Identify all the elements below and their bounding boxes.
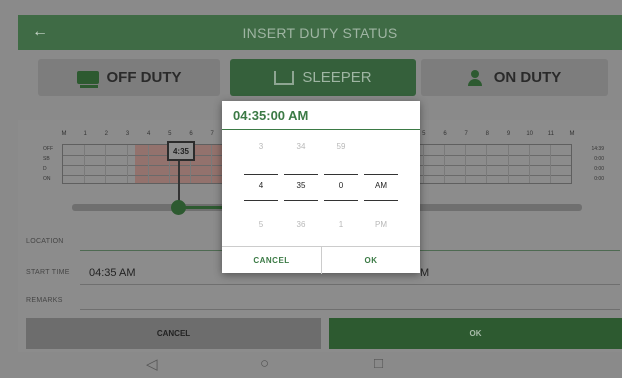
off-duty-button[interactable]: OFF DUTY (38, 59, 220, 96)
hour-rule-bottom (244, 200, 278, 201)
app-bar: ← INSERT DUTY STATUS (18, 15, 622, 50)
sleeper-label: SLEEPER (302, 69, 372, 86)
grid-hour-line (84, 145, 86, 183)
truck-icon (76, 71, 99, 88)
duty-row-total: 14:39 (591, 146, 604, 152)
ok-button[interactable]: OK (329, 318, 622, 349)
duty-row-label: SB (43, 156, 50, 162)
time-slider-handle[interactable] (171, 200, 186, 215)
hour-rule-top (244, 174, 278, 175)
grid-hour-line (549, 145, 551, 183)
end-time-value[interactable]: M (420, 267, 429, 279)
grid-hour-line (147, 145, 149, 183)
remarks-label: REMARKS (26, 297, 63, 304)
duty-row-label: D (43, 166, 47, 172)
ampm-column[interactable]: AM PM (364, 131, 398, 239)
grid-hour-line (126, 145, 128, 183)
hour-tick-label: 10 (526, 131, 533, 137)
hour-tick-label: 6 (189, 131, 193, 137)
duty-row-total: 0:00 (594, 156, 604, 162)
hour-next[interactable]: 5 (244, 209, 278, 239)
ampm-rule-top (364, 174, 398, 175)
dialog-actions: CANCEL OK (222, 246, 420, 274)
second-rule-top (324, 174, 358, 175)
hour-tick-label: M (61, 131, 67, 137)
nav-recent-icon[interactable]: □ (374, 355, 383, 372)
grid-hour-line (507, 145, 509, 183)
duty-row-total: 0:00 (594, 176, 604, 182)
bed-icon (274, 70, 295, 85)
hour-tick-label: 7 (464, 131, 468, 137)
system-nav-bar: ◁ ○ □ (18, 352, 622, 378)
hour-tick-label: 6 (443, 131, 447, 137)
sleeper-button[interactable]: SLEEPER (230, 59, 416, 96)
grid-hour-line (105, 145, 107, 183)
minute-prev[interactable]: 34 (284, 131, 318, 161)
ampm-rule-bottom (364, 200, 398, 201)
off-duty-label: OFF DUTY (106, 69, 182, 86)
grid-hour-line (211, 145, 213, 183)
ampm-next[interactable]: PM (364, 209, 398, 239)
minute-next[interactable]: 36 (284, 209, 318, 239)
hour-tick-label: 2 (104, 131, 108, 137)
start-time-label: START TIME (26, 269, 70, 276)
current-time-marker: 4:35 (167, 141, 195, 161)
hour-tick-label: 7 (210, 131, 214, 137)
time-picker-dialog: 04:35:00 AM 3 4 5 34 35 36 59 0 1 AM PM … (222, 101, 420, 274)
dialog-header: 04:35:00 AM (222, 101, 420, 130)
second-column[interactable]: 59 0 1 (324, 131, 358, 239)
hour-tick-label: 1 (83, 131, 87, 137)
cancel-button[interactable]: CANCEL (26, 318, 321, 349)
dialog-title: 04:35:00 AM (233, 108, 309, 123)
hour-tick-label: 4 (146, 131, 151, 137)
ampm-prev (364, 131, 398, 161)
start-time-value[interactable]: 04:35 AM (89, 267, 135, 279)
page-title: INSERT DUTY STATUS (242, 25, 398, 41)
minute-column[interactable]: 34 35 36 (284, 131, 318, 239)
nav-home-icon[interactable]: ○ (260, 355, 269, 372)
minute-rule-top (284, 174, 318, 175)
second-next[interactable]: 1 (324, 209, 358, 239)
dialog-cancel-button[interactable]: CANCEL (222, 247, 321, 274)
duty-row-label: OFF (43, 146, 53, 152)
hour-tick-label: 3 (125, 131, 130, 137)
hour-tick-label: M (569, 131, 575, 137)
remarks-input[interactable] (80, 309, 620, 310)
nav-back-icon[interactable]: ◁ (146, 355, 158, 373)
minute-rule-bottom (284, 200, 318, 201)
location-label: LOCATION (26, 238, 64, 245)
grid-hour-line (528, 145, 530, 183)
hour-tick-label: 9 (506, 131, 511, 137)
grid-hour-line (422, 145, 424, 183)
second-prev[interactable]: 59 (324, 131, 358, 161)
duty-row-total: 0:00 (594, 166, 604, 172)
start-time-underline (80, 284, 620, 285)
hour-tick-label: 11 (547, 131, 554, 137)
hour-tick-label: 5 (168, 131, 172, 137)
on-duty-button[interactable]: ON DUTY (421, 59, 608, 96)
duty-row-label: ON (43, 176, 51, 182)
grid-hour-line (486, 145, 488, 183)
grid-hour-line (465, 145, 467, 183)
hour-prev[interactable]: 3 (244, 131, 278, 161)
second-rule-bottom (324, 200, 358, 201)
dialog-ok-button[interactable]: OK (322, 247, 420, 274)
person-icon (467, 69, 486, 86)
hour-tick-label: 8 (485, 131, 489, 137)
grid-hour-line (444, 145, 445, 183)
hour-column[interactable]: 3 4 5 (244, 131, 278, 239)
time-pointer (178, 160, 180, 203)
on-duty-label: ON DUTY (493, 69, 562, 86)
hour-tick-label: 5 (422, 131, 426, 137)
